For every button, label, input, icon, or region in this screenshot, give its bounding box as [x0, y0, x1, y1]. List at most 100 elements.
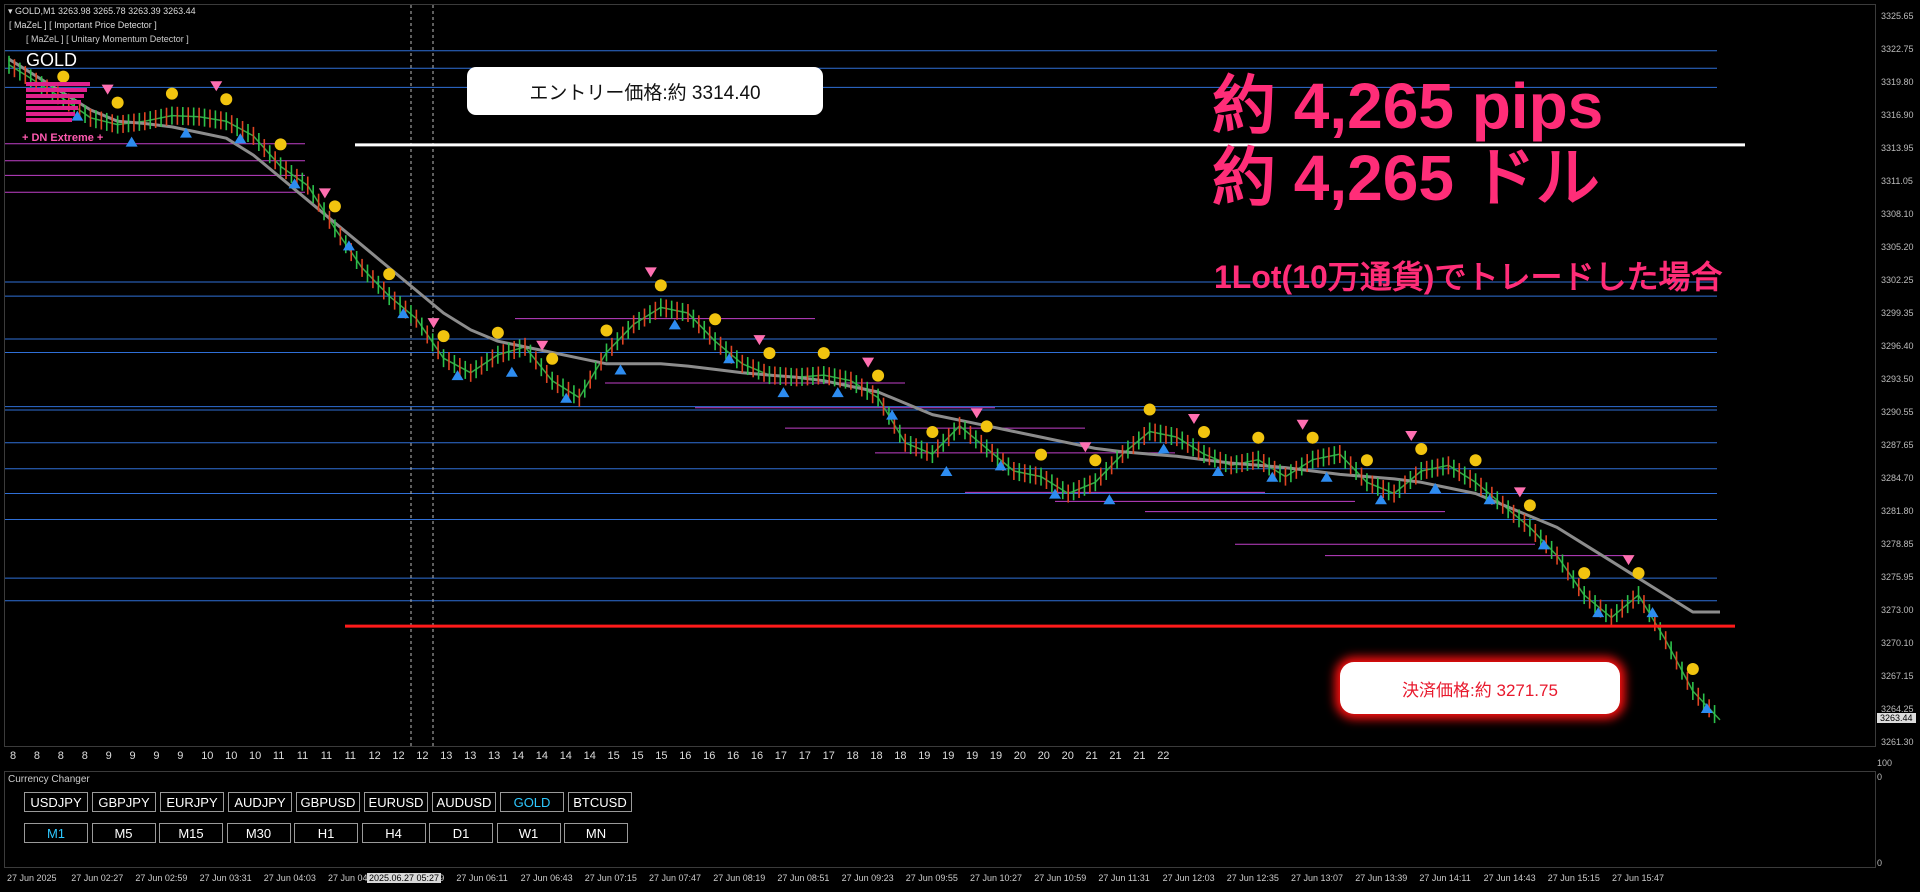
- timeframe-button-h4[interactable]: H4: [361, 823, 426, 843]
- symbol-button-audusd[interactable]: AUDUSD: [432, 792, 496, 812]
- down-arrow-icon: [1513, 487, 1526, 498]
- time-axis[interactable]: 27 Jun 2025 27 Jun 02:27 27 Jun 02:59 27 Ju…: [4, 871, 1876, 889]
- symbol-button-eurjpy[interactable]: EURJPY: [160, 792, 224, 812]
- time-axis-label: 27 Jun 13:39: [1355, 873, 1408, 883]
- symbol-button-gold[interactable]: GOLD: [500, 792, 564, 812]
- strength-bar: [26, 112, 75, 116]
- price-axis-label: 3296.40: [1881, 341, 1914, 351]
- buy-signal-icon: [220, 93, 233, 106]
- hour-label: 15: [607, 750, 620, 762]
- strength-bar: [26, 82, 90, 86]
- up-arrow-icon: [668, 319, 681, 330]
- crosshair-time-badge: 2025.06.27 05:27: [367, 873, 442, 883]
- symbol-button-eurusd[interactable]: EURUSD: [364, 792, 428, 812]
- hour-label: 12: [392, 750, 405, 762]
- hour-label: 8: [10, 750, 17, 762]
- buy-signal-icon: [1035, 448, 1048, 461]
- time-axis-label: 27 Jun 11:31: [1098, 873, 1150, 883]
- hour-label: 16: [703, 750, 716, 762]
- buy-signal-icon: [1415, 442, 1428, 455]
- hour-label: 13: [488, 750, 501, 762]
- time-axis-label: 27 Jun 09:23: [841, 873, 894, 883]
- buy-signal-icon: [817, 347, 830, 360]
- timeframe-button-w1[interactable]: W1: [496, 823, 561, 843]
- symbol-button-gbpusd[interactable]: GBPUSD: [296, 792, 360, 812]
- up-arrow-icon: [451, 370, 464, 381]
- up-arrow-icon: [1374, 494, 1387, 505]
- down-arrow-icon: [753, 335, 766, 346]
- hour-label: 16: [679, 750, 692, 762]
- hour-label: 10: [249, 750, 262, 762]
- hour-scale: 8 8 8 8 9 9 9 9 10 10 10 11 11 11 11 12 12 12 13 13 13 14 14 14…: [4, 750, 1876, 766]
- symbol-button-audjpy[interactable]: AUDJPY: [228, 792, 292, 812]
- time-axis-label: 27 Jun 08:51: [777, 873, 830, 883]
- up-arrow-icon: [777, 387, 790, 398]
- buy-signal-icon: [1143, 403, 1156, 416]
- time-axis-label: 27 Jun 06:43: [520, 873, 573, 883]
- time-axis-label: 27 Jun 04:03: [263, 873, 316, 883]
- price-axis-label: 3302.25: [1881, 275, 1914, 285]
- down-arrow-icon: [970, 408, 983, 419]
- up-arrow-icon: [1700, 702, 1713, 713]
- timeframe-button-d1[interactable]: D1: [429, 823, 493, 843]
- time-axis-label: 27 Jun 15:47: [1612, 873, 1665, 883]
- time-axis-label: 27 Jun 03:31: [199, 873, 252, 883]
- price-axis-label: 3273.00: [1881, 605, 1914, 615]
- time-axis-label: 27 Jun 04:: [328, 873, 371, 883]
- timeframe-button-mn[interactable]: MN: [564, 823, 628, 843]
- current-price-badge: 3263.44: [1877, 712, 1916, 723]
- time-axis-label: 27 Jun 09:55: [905, 873, 958, 883]
- hour-label: 12: [368, 750, 381, 762]
- time-axis-label: 27 Jun 10:27: [970, 873, 1023, 883]
- symbol-button-btcusd[interactable]: BTCUSD: [568, 792, 632, 812]
- buy-signal-icon: [165, 87, 178, 100]
- entry-price-callout: エントリー価格:約 3314.40: [467, 67, 823, 115]
- up-arrow-icon: [1592, 607, 1605, 618]
- up-arrow-icon: [1157, 443, 1170, 454]
- timeframe-button-h1[interactable]: H1: [294, 823, 358, 843]
- up-arrow-icon: [994, 460, 1007, 471]
- buy-signal-icon: [1306, 431, 1319, 444]
- signal-label: + DN Extreme +: [22, 132, 104, 144]
- buy-signal-icon: [111, 96, 124, 109]
- buy-signal-icon: [1578, 567, 1591, 580]
- hour-label: 20: [1061, 750, 1074, 762]
- symbol-button-usdjpy[interactable]: USDJPY: [24, 792, 88, 812]
- buy-signal-icon: [980, 420, 993, 433]
- hour-label: 10: [201, 750, 214, 762]
- buy-signal-icon: [926, 426, 939, 439]
- hour-label: 14: [559, 750, 572, 762]
- hour-label: 16: [727, 750, 740, 762]
- hour-label: 15: [655, 750, 668, 762]
- strength-bars-icon: [26, 82, 90, 122]
- collapse-triangle-icon[interactable]: ▾: [8, 6, 13, 16]
- symbol-button-gbpjpy[interactable]: GBPJPY: [92, 792, 156, 812]
- buy-signal-icon: [57, 70, 70, 83]
- down-arrow-icon: [644, 267, 657, 278]
- hour-label: 14: [535, 750, 549, 762]
- buy-signal-icon: [546, 352, 559, 365]
- up-arrow-icon: [1211, 466, 1224, 477]
- hour-label: 17: [774, 750, 788, 762]
- hour-label: 9: [177, 750, 184, 762]
- up-arrow-icon: [940, 466, 953, 477]
- up-arrow-icon: [1266, 471, 1279, 482]
- hour-label: 12: [416, 750, 429, 762]
- price-axis-label: 3305.20: [1881, 241, 1914, 252]
- timeframe-button-m15[interactable]: M15: [159, 823, 223, 843]
- buy-signal-icon: [437, 330, 450, 343]
- buy-signal-icon: [1089, 454, 1102, 467]
- buy-signal-icon: [1197, 426, 1210, 439]
- timeframe-button-m30[interactable]: M30: [226, 823, 291, 843]
- buy-signal-icon: [1469, 454, 1482, 467]
- down-arrow-icon: [1187, 414, 1200, 425]
- timeframe-button-m5[interactable]: M5: [91, 823, 156, 843]
- hour-label: 18: [870, 750, 883, 762]
- timeframe-button-m1[interactable]: M1: [24, 823, 88, 843]
- time-axis-label: 27 Jun 06:11: [456, 873, 508, 883]
- strength-bar: [26, 100, 81, 104]
- buy-signal-icon: [709, 313, 722, 326]
- buy-signal-icon: [383, 268, 396, 281]
- price-axis[interactable]: 3325.65 3322.75 3319.80 3316.90 3313.95 3311.…: [1878, 0, 1920, 750]
- buy-signal-icon: [274, 138, 287, 151]
